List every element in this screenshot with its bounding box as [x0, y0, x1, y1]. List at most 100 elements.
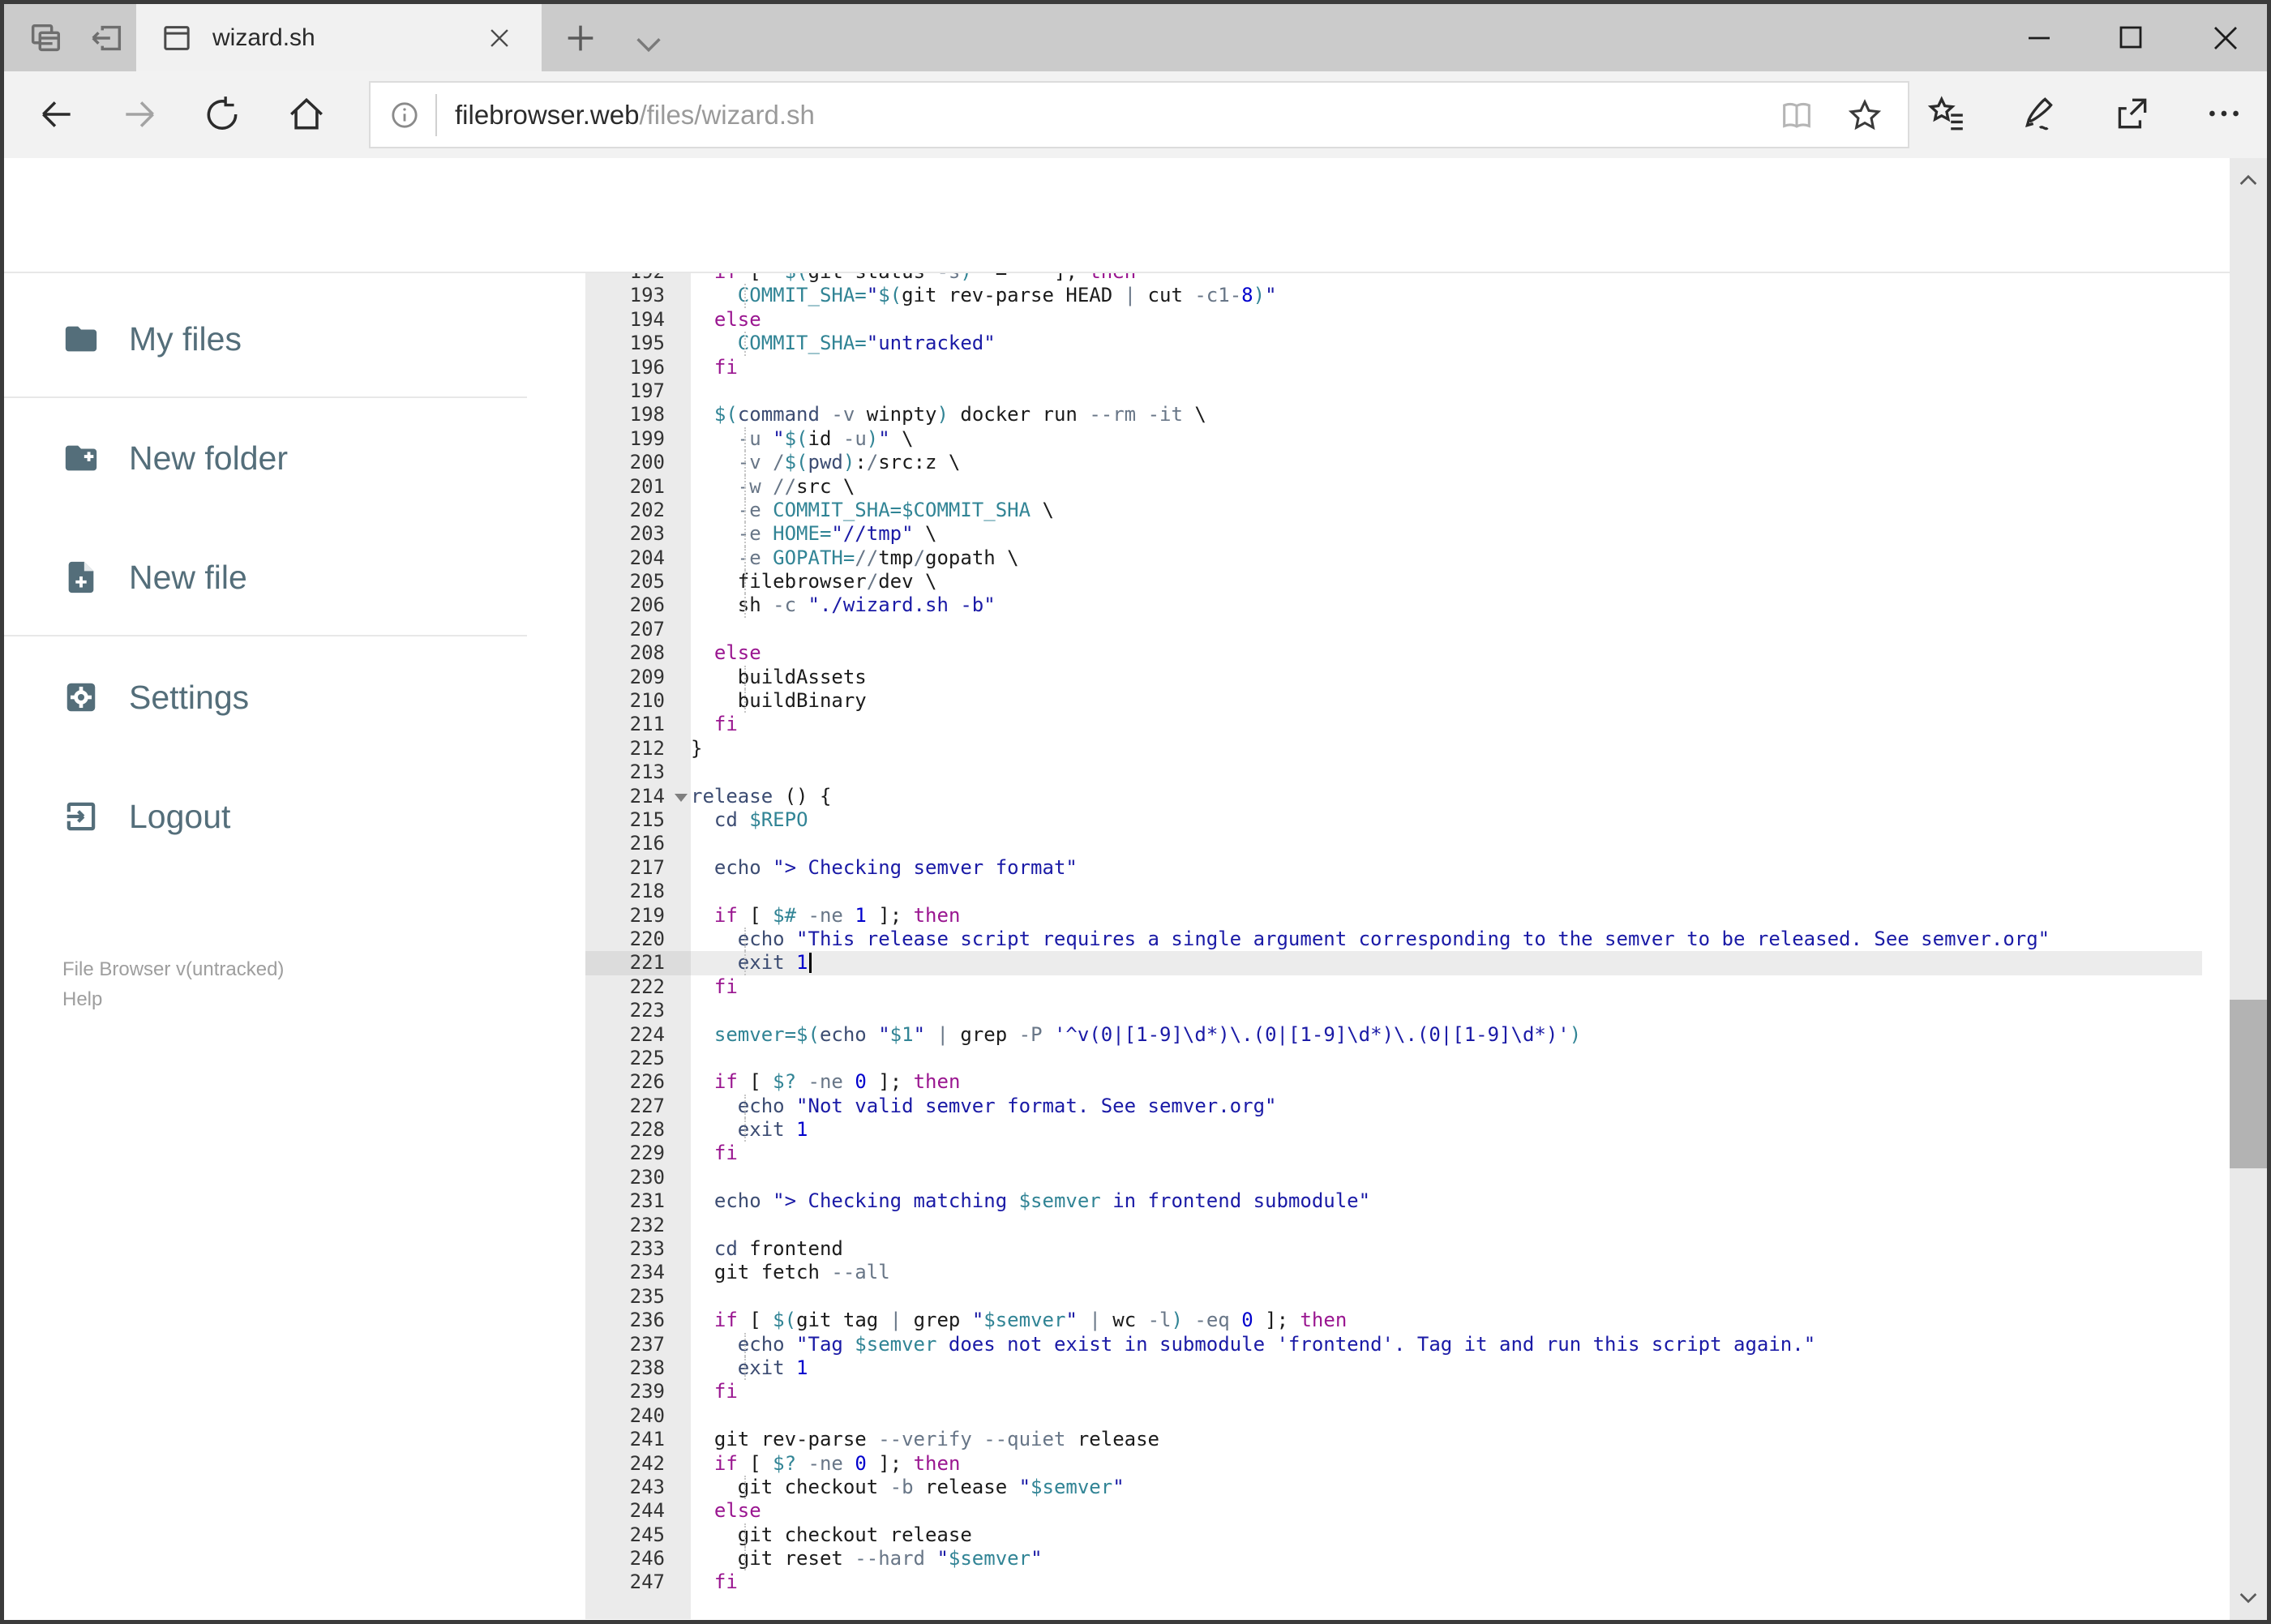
line-number: 221 [585, 951, 691, 975]
code-line[interactable]: 242 if [ $? -ne 0 ]; then [527, 1451, 2202, 1476]
code-line[interactable]: 210 buildBinary [527, 689, 2202, 713]
window-minimize-button[interactable] [2020, 19, 2059, 58]
indent-guide [744, 522, 746, 546]
share-page-icon[interactable] [2111, 93, 2152, 134]
sidebar-item-new-file[interactable]: New file [4, 542, 527, 613]
line-number: 215 [585, 808, 691, 833]
set-aside-tabs-icon[interactable] [88, 19, 126, 57]
scrollbar-thumb[interactable] [2230, 1000, 2267, 1168]
code-line[interactable]: 222 fi [527, 975, 2202, 1000]
code-line[interactable]: 244 else [527, 1499, 2202, 1523]
code-line[interactable]: 217 echo "> Checking semver format" [527, 855, 2202, 881]
sidebar-item-logout[interactable]: Logout [4, 781, 527, 852]
sidebar-item-settings[interactable]: Settings [4, 662, 527, 733]
code-editor[interactable]: 192 if [ "$(git status -s)" = "" ]; then… [527, 273, 2202, 1619]
code-line[interactable]: 229 fi [527, 1142, 2202, 1166]
code-line[interactable]: 206 sh -c "./wizard.sh -b" [527, 593, 2202, 618]
code-line[interactable]: 208 else [527, 641, 2202, 666]
code-line[interactable]: 205 filebrowser/dev \ [527, 570, 2202, 594]
code-line[interactable]: 209 buildAssets [527, 665, 2202, 690]
code-line[interactable]: 204 -e GOPATH=//tmp/gopath \ [527, 546, 2202, 571]
code-line[interactable]: 226 if [ $? -ne 0 ]; then [527, 1070, 2202, 1095]
code-line[interactable]: 246 git reset --hard "$semver" [527, 1547, 2202, 1571]
indent-guide [744, 1475, 746, 1500]
code-line[interactable]: 200 -v /$(pwd):/src:z \ [527, 451, 2202, 475]
code-line[interactable]: 202 -e COMMIT_SHA=$COMMIT_SHA \ [527, 498, 2202, 523]
code-line[interactable]: 232 [527, 1213, 2202, 1238]
code-line[interactable]: 224 semver=$(echo "$1" | grep -P '^v(0|[… [527, 1022, 2202, 1047]
tab-list-chevron-icon[interactable] [630, 25, 667, 62]
refresh-icon[interactable] [202, 94, 242, 135]
code-line[interactable]: 243 git checkout -b release "$semver" [527, 1475, 2202, 1500]
code-line[interactable]: 236 if [ $(git tag | grep "$semver" | wc… [527, 1309, 2202, 1333]
code-line[interactable]: 194 else [527, 307, 2202, 332]
help-link[interactable]: Help [62, 984, 102, 1014]
new-tab-icon[interactable] [562, 19, 599, 57]
code-line[interactable]: 201 -w //src \ [527, 474, 2202, 499]
address-bar[interactable]: filebrowser.web/files/wizard.sh [369, 81, 1909, 148]
tab-close-icon[interactable] [486, 24, 513, 52]
code-line[interactable]: 213 [527, 761, 2202, 785]
code-line[interactable]: 198 $(command -v winpty) docker run --rm… [527, 403, 2202, 427]
sidebar-item-my-files[interactable]: My files [4, 303, 527, 375]
code-line[interactable]: 247 fi [527, 1570, 2202, 1595]
code-line[interactable]: 199 -u "$(id -u)" \ [527, 426, 2202, 452]
code-line[interactable]: 238 exit 1 [527, 1356, 2202, 1381]
favorite-star-icon[interactable] [1846, 96, 1883, 134]
code-line[interactable]: 214 release () { [527, 784, 2202, 808]
code-line[interactable]: 220 echo "This release script requires a… [527, 927, 2202, 952]
code-line[interactable]: 227 echo "Not valid semver format. See s… [527, 1094, 2202, 1119]
scroll-down-icon[interactable] [2235, 1584, 2261, 1610]
line-number: 223 [585, 999, 691, 1023]
code-line[interactable]: 196 fi [527, 355, 2202, 379]
code-line[interactable]: 223 [527, 999, 2202, 1023]
window-close-button[interactable] [2206, 19, 2245, 58]
fold-arrow-icon[interactable] [675, 793, 688, 802]
code-line[interactable]: 219 if [ $# -ne 1 ]; then [527, 903, 2202, 928]
back-icon[interactable] [36, 94, 77, 135]
code-line[interactable]: 239 fi [527, 1380, 2202, 1404]
tab-preview-icon[interactable] [27, 19, 64, 57]
code-line[interactable]: 195 COMMIT_SHA="untracked" [527, 332, 2202, 356]
site-info-icon[interactable] [388, 99, 421, 131]
page-scrollbar[interactable] [2230, 158, 2267, 1620]
code-line[interactable]: 231 echo "> Checking matching $semver in… [527, 1189, 2202, 1214]
scroll-up-icon[interactable] [2235, 168, 2261, 194]
code-line[interactable]: 207 [527, 617, 2202, 642]
line-number: 207 [585, 617, 691, 642]
code-line[interactable]: 228 exit 1 [527, 1118, 2202, 1142]
forward-icon[interactable] [119, 94, 160, 135]
line-number: 199 [585, 426, 691, 452]
code-line[interactable]: 221 exit 1 [527, 951, 2202, 975]
code-line[interactable]: 212} [527, 736, 2202, 761]
code-line[interactable]: 225 [527, 1046, 2202, 1071]
window-maximize-button[interactable] [2112, 19, 2151, 58]
indent-guide [744, 1523, 746, 1548]
code-line[interactable]: 234 git fetch --all [527, 1261, 2202, 1285]
code-line[interactable]: 215 cd $REPO [527, 808, 2202, 833]
code-line[interactable]: 203 -e HOME="//tmp" \ [527, 522, 2202, 546]
sidebar-item-new-folder[interactable]: New folder [4, 422, 527, 494]
code-line[interactable]: 241 git rev-parse --verify --quiet relea… [527, 1428, 2202, 1452]
browser-tab[interactable]: wizard.sh [136, 4, 542, 71]
line-number: 200 [585, 451, 691, 475]
code-line[interactable]: 218 [527, 880, 2202, 904]
hub-favorites-icon[interactable] [1926, 93, 1967, 134]
more-options-icon[interactable] [2204, 93, 2244, 134]
code-line[interactable]: 233 cd frontend [527, 1237, 2202, 1262]
home-icon[interactable] [286, 94, 327, 135]
code-line[interactable]: 197 [527, 379, 2202, 404]
code-line[interactable]: 230 [527, 1165, 2202, 1190]
code-line[interactable]: 216 [527, 832, 2202, 856]
code-line[interactable]: 211 fi [527, 713, 2202, 737]
code-line[interactable]: 245 git checkout release [527, 1523, 2202, 1548]
code-line[interactable]: 193 COMMIT_SHA="$(git rev-parse HEAD | c… [527, 284, 2202, 308]
url-path: /files/wizard.sh [639, 99, 815, 130]
folder-plus-icon [65, 445, 97, 471]
code-line[interactable]: 240 [527, 1403, 2202, 1429]
code-line[interactable]: 237 echo "Tag $semver does not exist in … [527, 1332, 2202, 1356]
tab-title: wizard.sh [212, 24, 315, 51]
code-line[interactable]: 235 [527, 1284, 2202, 1309]
code-line[interactable]: 192 if [ "$(git status -s)" = "" ]; then [527, 273, 2202, 285]
annotate-pen-icon[interactable] [2019, 93, 2059, 134]
